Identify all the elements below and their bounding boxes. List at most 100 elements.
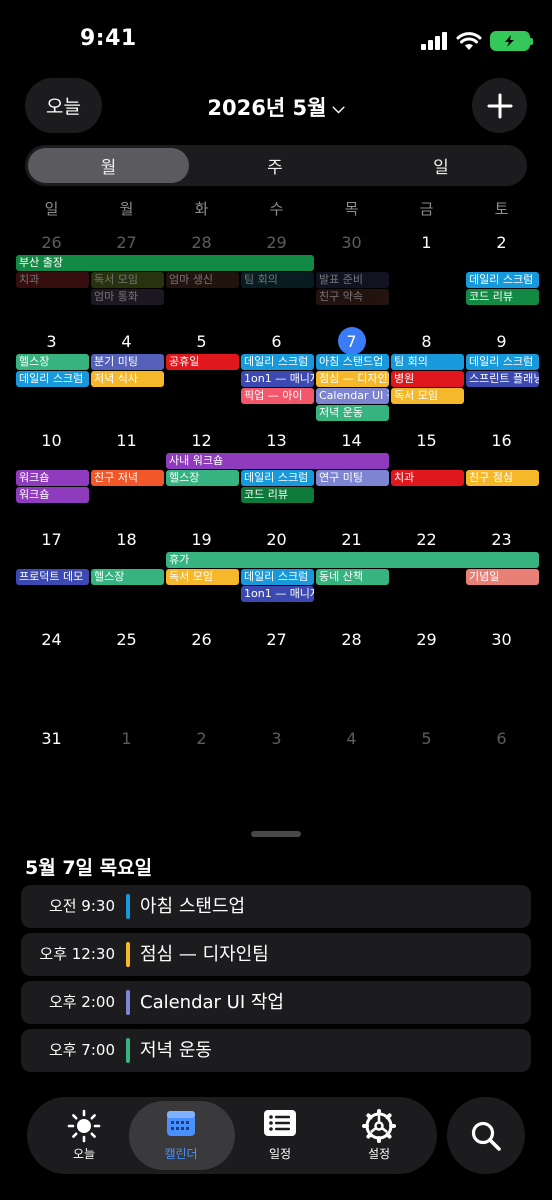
agenda-item-color-bar xyxy=(126,894,130,919)
calendar-event-chip[interactable]: 친구 약속 xyxy=(316,289,389,305)
calendar-event-chip[interactable]: 아침 스탠드업 xyxy=(316,354,389,370)
day-number: 30 xyxy=(491,630,512,649)
calendar-event-chip[interactable]: 헬스장 xyxy=(16,354,89,370)
agenda-item-title: 아침 스탠드업 xyxy=(140,896,246,917)
calendar-event-chip[interactable]: 스프린트 플래닝 xyxy=(466,371,539,387)
day-number: 28 xyxy=(191,233,212,252)
calendar-event-chip[interactable]: 팀 회의 xyxy=(241,272,314,288)
agenda-item[interactable]: 오전 9:30 아침 스탠드업 xyxy=(21,885,531,928)
tab-calendar-label: 캘린더 xyxy=(164,1147,198,1161)
calendar-event-chip[interactable]: 1on1 — 매니저 xyxy=(241,371,314,387)
calendar-event-chip[interactable]: 픽업 — 아이 xyxy=(241,388,314,404)
weekday-label: 수 xyxy=(269,200,284,218)
day-number: 29 xyxy=(416,630,437,649)
calendar-event-chip[interactable]: 기념일 xyxy=(466,569,539,585)
calendar-event-chip[interactable]: 분기 미팅 xyxy=(91,354,164,370)
day-number: 9 xyxy=(496,332,507,351)
calendar-event-chip[interactable]: 독서 모임 xyxy=(91,272,164,288)
day-number: 2 xyxy=(196,729,207,748)
calendar-event-chip[interactable]: 독서 모임 xyxy=(391,388,464,404)
calendar-event-chip[interactable]: 팀 회의 xyxy=(391,354,464,370)
calendar-event-chip[interactable]: 공휴일 xyxy=(166,354,239,370)
sheet-grabber[interactable] xyxy=(251,831,301,837)
day-number: 5 xyxy=(196,332,207,351)
calendar-event-chip[interactable]: 치과 xyxy=(16,272,89,288)
day-number: 16 xyxy=(491,431,512,450)
day-number: 24 xyxy=(41,630,62,649)
agenda-item-time: 오후 2:00 xyxy=(48,993,115,1011)
month-title: 2026년 5월 xyxy=(207,96,327,120)
tab-today[interactable]: 오늘 xyxy=(34,1097,134,1174)
calendar-event-chip[interactable]: 1on1 — 매니저 xyxy=(241,586,314,602)
agenda-item[interactable]: 오후 7:00 저녁 운동 xyxy=(21,1029,531,1072)
day-number: 1 xyxy=(121,729,132,748)
tab-settings[interactable]: 설정 xyxy=(329,1097,429,1174)
weekday-label: 월 xyxy=(119,200,134,218)
day-number: 23 xyxy=(491,530,512,549)
day-number: 15 xyxy=(416,431,437,450)
weekday-label: 일 xyxy=(44,200,59,218)
day-number: 6 xyxy=(271,332,282,351)
calendar-event-chip[interactable]: 코드 리뷰 xyxy=(241,487,314,503)
month-picker[interactable]: 2026년 5월 ⌵ xyxy=(0,92,552,122)
calendar-event-chip[interactable]: 데일리 스크럼 xyxy=(241,354,314,370)
agenda-item[interactable]: 오후 12:30 점심 — 디자인팀 xyxy=(21,933,531,976)
calendar-event-chip[interactable]: 헬스장 xyxy=(166,470,239,486)
gear-icon xyxy=(362,1109,396,1143)
calendar-event-chip[interactable]: 점심 — 디자인팀 xyxy=(316,371,389,387)
calendar-event-chip[interactable]: 데일리 스크럼 xyxy=(466,354,539,370)
day-number: 5 xyxy=(421,729,432,748)
day-number: 26 xyxy=(191,630,212,649)
day-number: 27 xyxy=(116,233,137,252)
calendar-event-chip[interactable]: 독서 모임 xyxy=(166,569,239,585)
calendar-event-chip[interactable]: 코드 리뷰 xyxy=(466,289,539,305)
calendar-event-chip[interactable]: 친구 점심 xyxy=(466,470,539,486)
agenda-item-title: Calendar UI 작업 xyxy=(140,992,284,1013)
day-number: 29 xyxy=(266,233,287,252)
tab-schedule[interactable]: 일정 xyxy=(230,1097,330,1174)
day-number: 30 xyxy=(341,233,362,252)
calendar-event-chip[interactable]: 워크숍 xyxy=(16,487,89,503)
segment-day[interactable]: 일 xyxy=(361,148,521,183)
calendar-event-chip[interactable]: 연구 미팅 xyxy=(316,470,389,486)
calendar-event-chip[interactable]: Calendar UI 작업 xyxy=(316,388,389,404)
calendar-event-chip[interactable]: 워크숍 xyxy=(16,470,89,486)
calendar-event-chip[interactable]: 발표 준비 xyxy=(316,272,389,288)
calendar-event-chip[interactable]: 저녁 운동 xyxy=(316,405,389,421)
battery-icon xyxy=(490,31,533,51)
calendar-event-chip[interactable]: 휴가 xyxy=(166,552,539,568)
calendar-event-chip[interactable]: 프로덕트 데모 xyxy=(16,569,89,585)
calendar-event-chip[interactable]: 병원 xyxy=(391,371,464,387)
calendar-event-chip[interactable]: 엄마 생신 xyxy=(166,272,239,288)
search-button[interactable] xyxy=(447,1097,525,1174)
tab-today-label: 오늘 xyxy=(72,1147,96,1161)
selected-date-title: 5월 7일 목요일 xyxy=(25,857,153,879)
calendar-event-chip[interactable]: 엄마 통화 xyxy=(91,289,164,305)
add-event-button[interactable] xyxy=(472,78,527,133)
day-number: 31 xyxy=(41,729,62,748)
day-number-today: 7 xyxy=(346,332,357,351)
calendar-event-chip[interactable]: 부산 출장 xyxy=(16,255,314,271)
calendar-event-chip[interactable]: 동네 산책 xyxy=(316,569,389,585)
day-number: 13 xyxy=(266,431,287,450)
calendar-event-chip[interactable]: 데일리 스크럼 xyxy=(241,470,314,486)
wifi-icon xyxy=(456,31,482,50)
day-number: 14 xyxy=(341,431,362,450)
calendar-event-chip[interactable]: 사내 워크숍 xyxy=(166,453,389,469)
day-number: 12 xyxy=(191,431,212,450)
status-icons xyxy=(421,28,533,54)
calendar-event-chip[interactable]: 저녁 식사 xyxy=(91,371,164,387)
calendar-event-chip[interactable]: 데일리 스크럼 xyxy=(466,272,539,288)
signal-icon xyxy=(421,32,447,50)
tab-calendar[interactable]: 캘린더 xyxy=(129,1097,235,1174)
calendar-event-chip[interactable]: 치과 xyxy=(391,470,464,486)
status-time: 9:41 xyxy=(80,26,137,51)
agenda-item[interactable]: 오후 2:00 Calendar UI 작업 xyxy=(21,981,531,1024)
calendar-event-chip[interactable]: 데일리 스크럼 xyxy=(16,371,89,387)
calendar-event-chip[interactable]: 헬스장 xyxy=(91,569,164,585)
calendar-event-chip[interactable]: 데일리 스크럼 xyxy=(241,569,314,585)
weekday-label: 화 xyxy=(194,200,209,218)
segment-week[interactable]: 주 xyxy=(195,148,355,183)
calendar-event-chip[interactable]: 친구 저녁 xyxy=(91,470,164,486)
segment-month[interactable]: 월 xyxy=(28,148,189,183)
